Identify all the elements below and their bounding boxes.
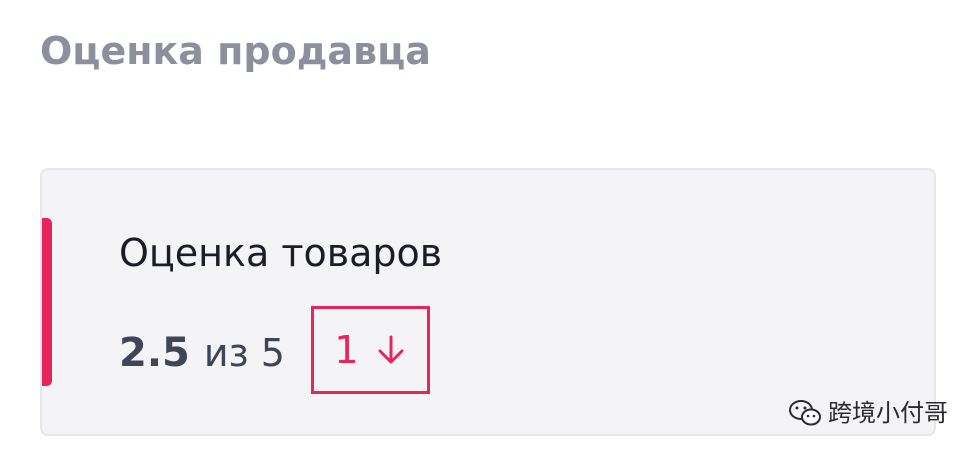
product-rating-card: Оценка товаров 2.5 из 5 1	[40, 168, 936, 436]
score-value: 2.5	[119, 330, 190, 376]
score-max: 5	[260, 331, 285, 375]
watermark: 跨境小付哥	[788, 398, 948, 428]
card-accent-bar	[42, 218, 52, 386]
score-row: 2.5 из 5	[119, 328, 285, 378]
score-of-label: из	[203, 331, 249, 375]
wechat-icon	[788, 399, 822, 427]
section-title: Оценка продавца	[40, 29, 431, 73]
rating-change-box: 1	[311, 306, 430, 394]
watermark-text: 跨境小付哥	[828, 399, 948, 427]
card-title: Оценка товаров	[119, 231, 443, 275]
rating-change-value: 1	[334, 328, 359, 372]
arrow-down-icon	[375, 334, 407, 366]
seller-rating-page: Оценка продавца Оценка товаров 2.5 из 5 …	[0, 0, 980, 459]
